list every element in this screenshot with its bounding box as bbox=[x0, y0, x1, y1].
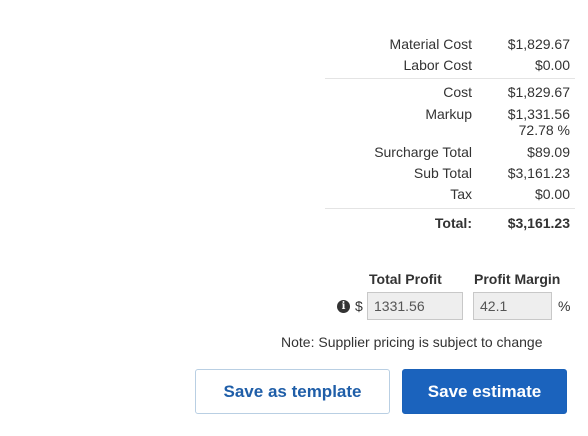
surcharge-total-row: Surcharge Total $89.09 bbox=[325, 144, 570, 160]
markup-label: Markup bbox=[425, 106, 472, 122]
tax-value: $0.00 bbox=[534, 186, 570, 202]
total-profit-heading: Total Profit bbox=[369, 271, 442, 287]
cost-value: $1,829.67 bbox=[507, 84, 570, 100]
labor-cost-row: Labor Cost $0.00 bbox=[325, 57, 570, 73]
markup-percent: 72.78 % bbox=[518, 122, 570, 138]
total-profit-input[interactable] bbox=[367, 292, 463, 320]
markup-value: $1,331.56 bbox=[507, 106, 570, 122]
cost-label: Cost bbox=[443, 84, 472, 100]
info-icon[interactable]: i bbox=[337, 300, 350, 313]
total-value: $3,161.23 bbox=[507, 215, 570, 231]
material-cost-label: Material Cost bbox=[389, 36, 472, 52]
divider bbox=[325, 208, 575, 209]
labor-cost-label: Labor Cost bbox=[403, 57, 472, 73]
markup-row: Markup $1,331.56 72.78 % bbox=[325, 106, 570, 138]
profit-margin-heading: Profit Margin bbox=[474, 271, 561, 287]
save-estimate-button[interactable]: Save estimate bbox=[402, 369, 567, 414]
tax-label: Tax bbox=[450, 186, 472, 202]
sub-total-value: $3,161.23 bbox=[507, 165, 570, 181]
labor-cost-value: $0.00 bbox=[534, 57, 570, 73]
save-as-template-button[interactable]: Save as template bbox=[195, 369, 390, 414]
supplier-pricing-note: Note: Supplier pricing is subject to cha… bbox=[281, 334, 543, 350]
sub-total-label: Sub Total bbox=[413, 165, 472, 181]
sub-total-row: Sub Total $3,161.23 bbox=[325, 165, 570, 181]
surcharge-total-value: $89.09 bbox=[527, 144, 570, 160]
material-cost-row: Material Cost $1,829.67 bbox=[325, 36, 570, 52]
divider bbox=[325, 78, 575, 79]
profit-margin-input[interactable] bbox=[473, 292, 552, 320]
total-label: Total: bbox=[434, 215, 472, 231]
material-cost-value: $1,829.67 bbox=[507, 36, 570, 52]
tax-row: Tax $0.00 bbox=[325, 186, 570, 202]
total-row: Total: $3,161.23 bbox=[325, 215, 570, 231]
cost-row: Cost $1,829.67 bbox=[325, 84, 570, 100]
currency-symbol: $ bbox=[355, 298, 363, 314]
percent-symbol: % bbox=[558, 298, 571, 314]
surcharge-total-label: Surcharge Total bbox=[374, 144, 472, 160]
markup-values: $1,331.56 72.78 % bbox=[472, 106, 570, 138]
